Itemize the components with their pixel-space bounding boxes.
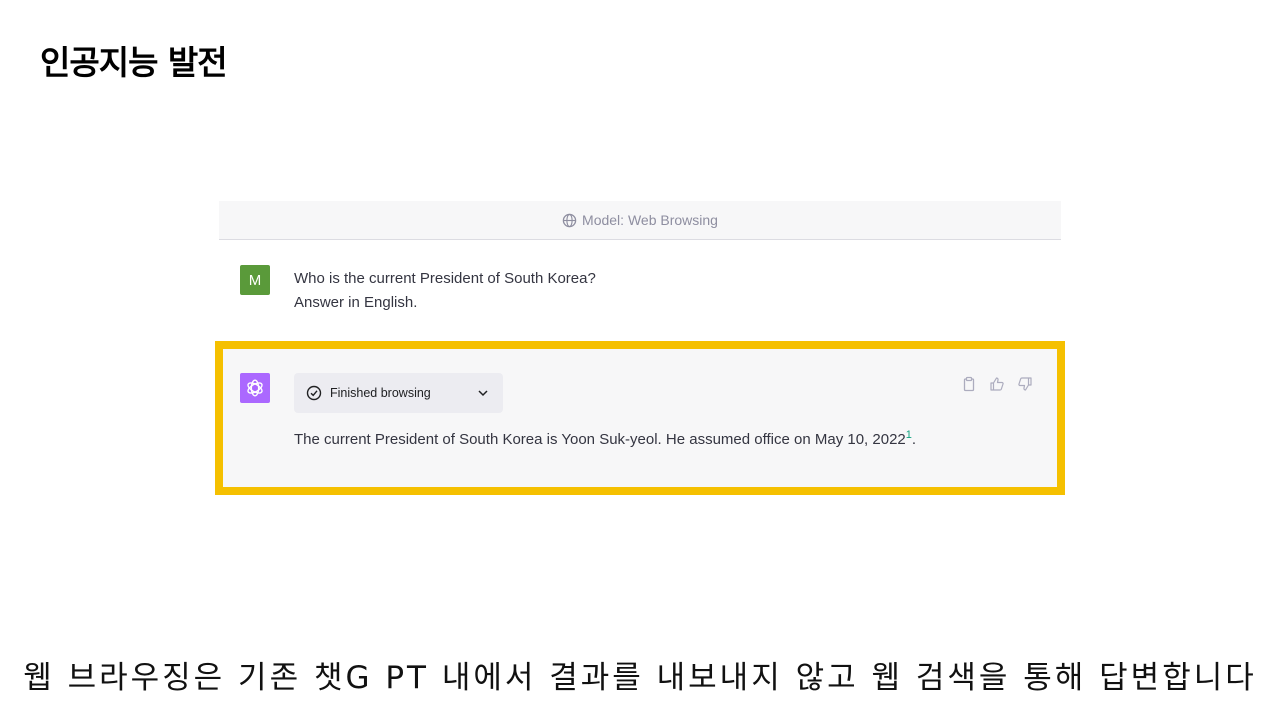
user-message: Who is the current President of South Ko… [294,267,596,315]
clipboard-icon[interactable] [961,376,977,392]
answer-end: . [911,431,917,448]
globe-icon [562,213,577,227]
openai-logo-icon [240,373,270,403]
chevron-down-icon [477,387,489,399]
response-actions [961,376,1033,392]
user-avatar: M [240,265,270,295]
model-bar: Model: Web Browsing [219,201,1061,240]
chat-panel: Model: Web Browsing M Who is the current… [219,201,1061,340]
slide-caption: 웹 브라우징은 기존 챗G PT 내에서 결과를 내보내지 않고 웹 검색을 통… [23,660,1257,696]
user-message-line: Who is the current President of South Ko… [294,270,596,287]
user-message-line: Answer in English. [294,294,418,311]
assistant-response-highlight: Finished browsing The current President … [215,341,1065,495]
browsing-status-label: Finished browsing [330,386,431,400]
model-label: Model: Web Browsing [582,212,718,228]
answer-text: The current President of South Korea is … [294,431,906,448]
assistant-answer: The current President of South Korea is … [294,429,916,448]
slide-title: 인공지능 발전 [40,43,228,82]
user-message-row: M Who is the current President of South … [219,240,1061,340]
thumbs-down-icon[interactable] [1017,376,1033,392]
browsing-status-toggle[interactable]: Finished browsing [294,373,503,413]
thumbs-up-icon[interactable] [989,376,1005,392]
check-circle-icon [306,385,322,401]
